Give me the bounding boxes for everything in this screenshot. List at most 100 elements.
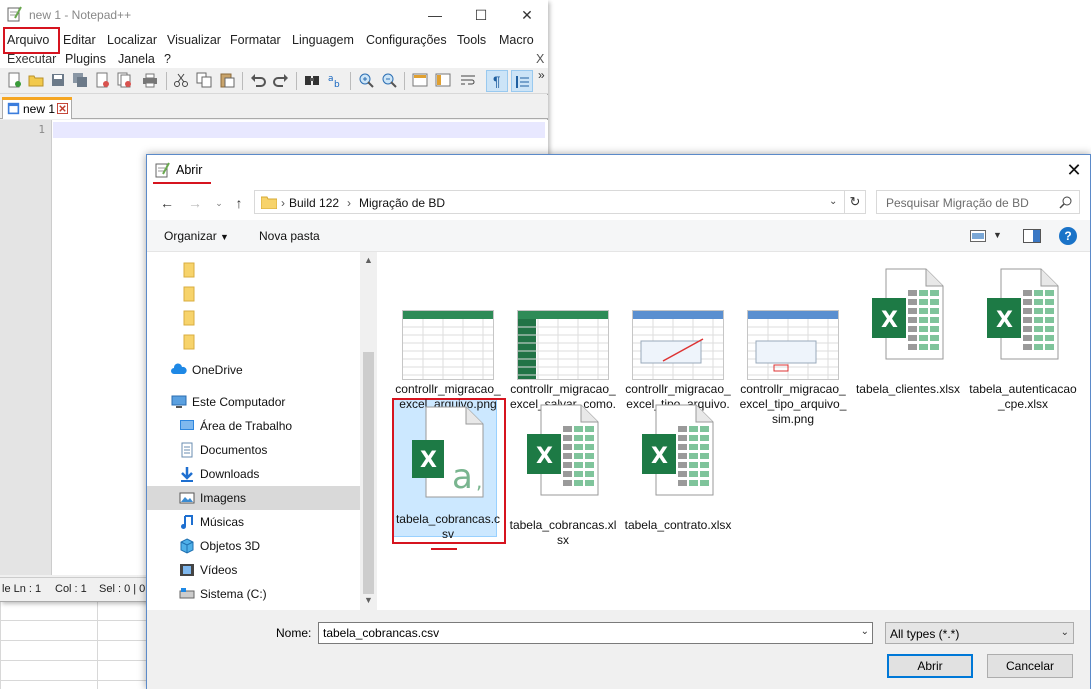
nav-item-folder[interactable] <box>147 258 360 282</box>
close-all-icon[interactable] <box>116 72 132 88</box>
close-button[interactable]: ✕ <box>504 0 550 30</box>
svg-text:X: X <box>996 308 1013 333</box>
file-name-input[interactable] <box>321 625 851 641</box>
nav-item-label: Vídeos <box>200 563 238 577</box>
scrollbar-thumb[interactable] <box>363 352 374 594</box>
save-icon[interactable] <box>50 72 66 88</box>
copy-icon[interactable] <box>196 72 212 88</box>
menu-close-document[interactable]: X <box>536 52 544 66</box>
cut-icon[interactable] <box>173 72 189 88</box>
scroll-up-icon[interactable]: ▲ <box>363 255 374 265</box>
search-icon <box>1059 196 1072 209</box>
breadcrumb-migracao-de-bd[interactable]: Migração de BD <box>359 196 445 210</box>
word-wrap-icon[interactable] <box>460 72 476 88</box>
file-item[interactable]: Xtabela_cobrancas.xlsx <box>508 402 618 547</box>
help-icon[interactable]: ? <box>1059 227 1077 245</box>
undo-icon[interactable] <box>250 72 266 88</box>
menu-macro[interactable]: Macro <box>499 33 534 47</box>
dialog-close-button[interactable]: ✕ <box>1058 155 1090 186</box>
file-item[interactable]: controllr_migracao_excel_arquivo.png <box>393 266 503 411</box>
open-file-icon[interactable] <box>28 72 44 88</box>
find-icon[interactable] <box>304 72 320 88</box>
nav-item-sistema-c-[interactable]: Sistema (C:) <box>147 582 360 606</box>
organize-button[interactable]: Organizar ▼ <box>164 229 229 243</box>
breadcrumb-build-122[interactable]: Build 122 <box>289 196 339 210</box>
file-type-select[interactable]: All types (*.*) ⌄ <box>885 622 1074 644</box>
show-all-characters-button[interactable]: ¶ <box>486 70 508 92</box>
sync-horizontal-icon[interactable] <box>435 72 451 88</box>
close-file-icon[interactable] <box>94 72 110 88</box>
maximize-button[interactable]: ☐ <box>458 0 504 30</box>
menu-janela[interactable]: Janela <box>118 52 155 66</box>
file-item[interactable]: Xtabela_clientes.xlsx <box>853 266 963 396</box>
toolbar-overflow-icon[interactable]: » <box>538 68 545 82</box>
menu-visualizar[interactable]: Visualizar <box>167 33 221 47</box>
nav-scrollbar[interactable]: ▲ ▼ <box>360 252 377 610</box>
save-all-icon[interactable] <box>72 72 88 88</box>
paste-icon[interactable] <box>219 72 235 88</box>
file-name-dropdown-icon[interactable]: ⌄ <box>861 626 869 637</box>
sync-vertical-icon[interactable] <box>412 72 428 88</box>
file-item[interactable]: Xtabela_contrato.xlsx <box>623 402 733 532</box>
menu-localizar[interactable]: Localizar <box>107 33 157 47</box>
nav-item-v-deos[interactable]: Vídeos <box>147 558 360 582</box>
address-dropdown-icon[interactable]: ⌄ <box>829 196 837 207</box>
menu-editar[interactable]: Editar <box>63 33 96 47</box>
file-name-field[interactable]: ⌄ <box>318 622 873 644</box>
nav-item-folder[interactable] <box>147 282 360 306</box>
file-name: tabela_cobrancas.xlsx <box>509 518 617 547</box>
up-arrow-icon[interactable]: ↑ <box>229 193 249 213</box>
new-file-icon[interactable] <box>6 72 22 88</box>
svg-text:a: a <box>328 74 334 84</box>
menu-executar[interactable]: Executar <box>7 52 56 66</box>
file-item[interactable]: Xa, tabela_cobrancas.csv <box>393 402 503 541</box>
nav-item-documentos[interactable]: Documentos <box>147 438 360 462</box>
nav-item-folder[interactable] <box>147 330 360 354</box>
indent-guide-button[interactable] <box>511 70 533 92</box>
recent-locations-chevron-icon[interactable]: ⌄ <box>209 193 229 213</box>
nav-item-m-sicas[interactable]: Músicas <box>147 510 360 534</box>
menu-formatar[interactable]: Formatar <box>230 33 281 47</box>
cancel-button[interactable]: Cancelar <box>987 654 1073 678</box>
nav-item-imagens[interactable]: Imagens <box>147 486 360 510</box>
arquivo-highlight-box <box>3 27 60 54</box>
nav-item-onedrive[interactable]: OneDrive <box>147 358 360 382</box>
zoom-in-icon[interactable] <box>358 72 374 88</box>
print-icon[interactable] <box>142 72 158 88</box>
refresh-icon[interactable]: ↻ <box>844 190 866 214</box>
nav-item-este-computador[interactable]: Este Computador <box>147 390 360 414</box>
view-options-icon[interactable] <box>970 230 986 242</box>
menu-configuracoes[interactable]: Configurações <box>366 33 447 47</box>
menu-linguagem[interactable]: Linguagem <box>292 33 354 47</box>
nav-item-folder[interactable] <box>147 306 360 330</box>
menu-help[interactable]: ? <box>164 52 171 66</box>
folder-icon <box>181 262 197 278</box>
forward-arrow-icon[interactable]: → <box>185 193 205 213</box>
view-dropdown-icon[interactable]: ▼ <box>993 230 1002 240</box>
nav-item-label: Este Computador <box>192 395 286 409</box>
nav-item--rea-de-trabalho[interactable]: Área de Trabalho <box>147 414 360 438</box>
tab-new-1[interactable]: new 1 <box>2 97 72 119</box>
redo-icon[interactable] <box>273 72 289 88</box>
back-arrow-icon[interactable]: ← <box>157 193 177 213</box>
file-item[interactable]: Xtabela_autenticacao_cpe.xlsx <box>968 266 1078 411</box>
address-bar[interactable]: › Build 122 › Migração de BD ⌄ <box>254 190 866 214</box>
tab-close-icon[interactable] <box>57 103 68 114</box>
nav-item-objetos-3d[interactable]: Objetos 3D <box>147 534 360 558</box>
file-item[interactable]: controllr_migracao_excel_tipo_arquivo.pn… <box>623 266 733 426</box>
menu-tools[interactable]: Tools <box>457 33 486 47</box>
music-icon <box>179 514 195 530</box>
replace-icon[interactable]: ab <box>327 72 343 88</box>
nav-item-downloads[interactable]: Downloads <box>147 462 360 486</box>
scroll-down-icon[interactable]: ▼ <box>363 595 374 605</box>
minimize-button[interactable]: — <box>412 0 458 30</box>
open-button[interactable]: Abrir <box>887 654 973 678</box>
file-item[interactable]: controllr_migracao_excel_tipo_arquivo_si… <box>738 266 848 426</box>
menu-plugins[interactable]: Plugins <box>65 52 106 66</box>
search-box[interactable]: Pesquisar Migração de BD <box>876 190 1080 214</box>
zoom-out-icon[interactable] <box>381 72 397 88</box>
file-item[interactable]: controllr_migracao_excel_salvar_como.png <box>508 266 618 426</box>
preview-pane-icon[interactable] <box>1023 229 1041 243</box>
folder-icon <box>181 310 197 326</box>
new-folder-button[interactable]: Nova pasta <box>259 229 320 243</box>
